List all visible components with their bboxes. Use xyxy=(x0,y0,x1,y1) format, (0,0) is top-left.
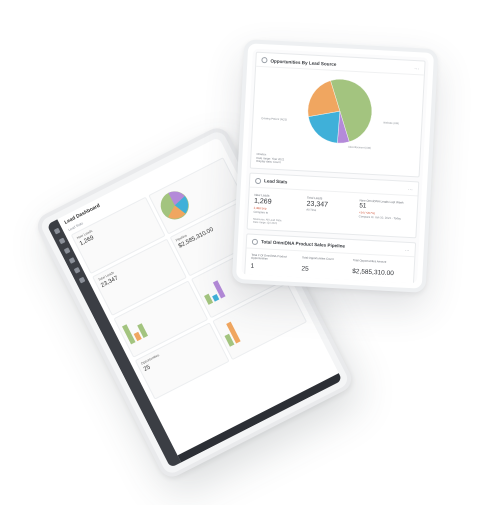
omni-leads-stat: New OmniDNA Leads Last Week 51 +34 (+207… xyxy=(359,198,413,222)
opportunities-pie-chart xyxy=(307,78,373,144)
ellipsis-icon[interactable]: … xyxy=(414,65,419,71)
pipeline-panel: Total OmniDNA Product Sales Pipeline … T… xyxy=(244,233,417,284)
pipeline-col: Total Opportunities Amount $2,585,310.00 xyxy=(352,257,409,278)
front-tablet-screen: Opportunities By Lead Source … Existing … xyxy=(241,48,429,284)
pipeline-label: Total # Of OmniDNA Product Opportunities xyxy=(250,252,287,261)
chart-icon xyxy=(261,57,268,64)
calendar-icon[interactable] xyxy=(68,257,76,265)
new-leads-stat: New Leads 1,269 2,488 Sep Compare to xyxy=(253,193,307,217)
contacts-icon[interactable] xyxy=(63,247,71,255)
pipeline-icon xyxy=(251,238,259,245)
ellipsis-icon[interactable]: … xyxy=(405,246,410,252)
reports-icon[interactable] xyxy=(73,267,80,274)
pipeline-col: Total # Of OmniDNA Product Opportunities… xyxy=(250,252,298,271)
opportunities-panel: Opportunities By Lead Source … Existing … xyxy=(249,51,426,178)
home-icon[interactable] xyxy=(53,227,61,235)
mini-pie-chart xyxy=(160,191,189,220)
stats-icon xyxy=(254,177,262,184)
total-leads-stat: Total Leads 23,347 All Time xyxy=(306,195,360,219)
pipeline-value: $2,585,310.00 xyxy=(352,267,394,277)
meta-line: Date range: Q4 2021 xyxy=(252,220,278,226)
pipeline-label: Total Opportunities Amount xyxy=(352,257,387,264)
pipeline-value: 25 xyxy=(301,264,309,273)
ellipsis-icon[interactable]: … xyxy=(408,186,413,192)
bar xyxy=(212,294,220,302)
pipeline-value: 1 xyxy=(250,262,255,270)
lead-stats-panel: Lead Stats … New Leads 1,269 2,488 Sep C… xyxy=(246,172,420,238)
pipeline-label: Total Opportunities Count xyxy=(301,254,334,261)
dashboard-icon[interactable] xyxy=(58,237,66,245)
pie-chart-area: Existing Patient (NCS) Website (AM) Adve… xyxy=(252,67,424,162)
pipeline-col: Total Opportunities Count 25 xyxy=(301,254,349,274)
front-tablet: Opportunities By Lead Source … Existing … xyxy=(231,39,439,293)
settings-icon[interactable] xyxy=(78,276,85,284)
